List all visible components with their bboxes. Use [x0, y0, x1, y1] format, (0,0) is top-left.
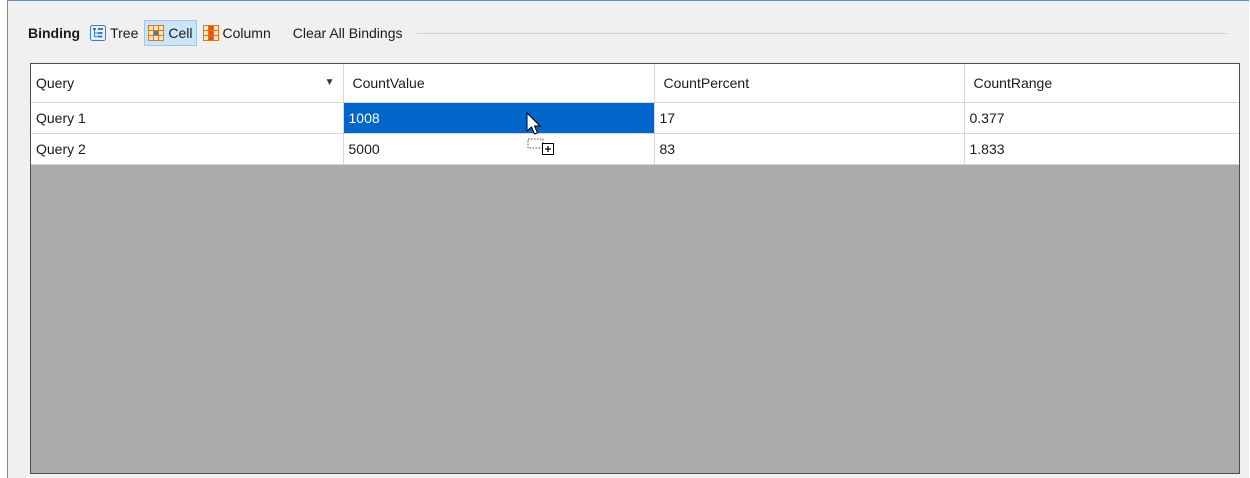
tree-button[interactable]: Tree: [86, 20, 142, 46]
cell-button-label: Cell: [168, 25, 193, 41]
selected-cell[interactable]: 1008: [343, 102, 655, 134]
binding-panel: Binding Tree Cell Column Clear All Bindi…: [7, 0, 1249, 478]
table-cell[interactable]: 5000: [343, 133, 655, 165]
table-cell[interactable]: 1.833: [964, 133, 1239, 165]
column-grid-icon: [202, 25, 219, 41]
tree-icon: [90, 25, 107, 41]
table-cell[interactable]: 17: [654, 102, 965, 134]
results-grid[interactable]: Query ▼ CountValue CountPercent CountRan…: [30, 63, 1240, 474]
row-header-cell[interactable]: Query 2: [31, 133, 344, 165]
results-table: Query ▼ CountValue CountPercent CountRan…: [31, 64, 1239, 165]
table-cell[interactable]: 83: [654, 133, 965, 165]
table-row: Query 2 5000 83 1.833: [31, 133, 1239, 165]
tree-button-label: Tree: [110, 25, 139, 41]
cell-button[interactable]: Cell: [144, 20, 197, 46]
column-header-countvalue[interactable]: CountValue: [343, 64, 655, 103]
column-header-query[interactable]: Query ▼: [31, 64, 344, 103]
binding-toolbar: Binding Tree Cell Column Clear All Bindi…: [28, 19, 1227, 47]
column-button[interactable]: Column: [199, 20, 275, 46]
clear-all-bindings-button[interactable]: Clear All Bindings: [291, 25, 405, 41]
table-cell[interactable]: 0.377: [964, 102, 1239, 134]
column-header-label: Query: [36, 74, 75, 91]
column-header-countrange[interactable]: CountRange: [964, 64, 1239, 103]
cell-grid-icon: [148, 25, 165, 41]
row-header-cell[interactable]: Query 1: [31, 102, 344, 134]
column-button-label: Column: [222, 25, 271, 41]
toolbar-separator: [416, 32, 1227, 34]
header-row: Query ▼ CountValue CountPercent CountRan…: [31, 64, 1239, 103]
column-header-countpercent[interactable]: CountPercent: [654, 64, 965, 103]
binding-title: Binding: [28, 25, 81, 41]
table-row: Query 1 1008 17 0.377: [31, 102, 1239, 134]
dropdown-arrow-icon[interactable]: ▼: [325, 77, 335, 88]
